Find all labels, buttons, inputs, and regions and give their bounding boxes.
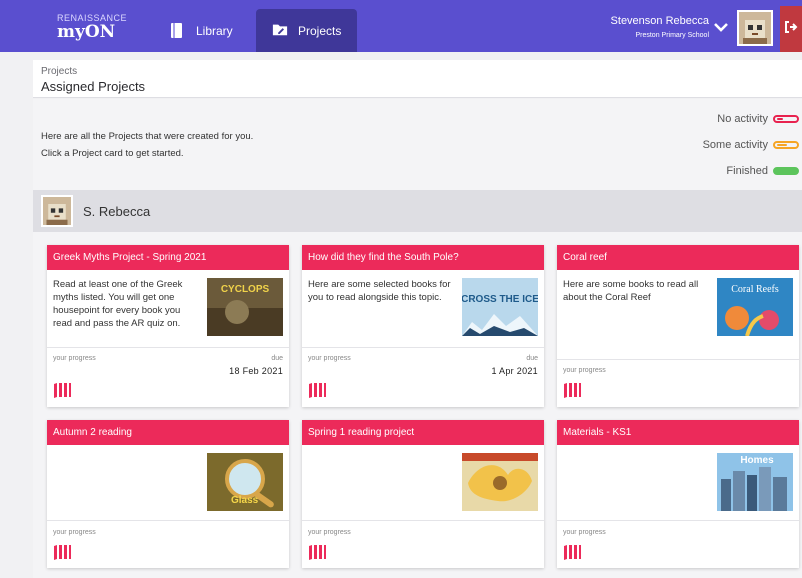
logout-button[interactable] <box>780 6 802 52</box>
project-card[interactable]: Materials - KS1 Homes your progress <box>557 420 799 568</box>
nav-projects-tab[interactable]: Projects <box>256 9 357 52</box>
student-header: S. Rebecca <box>33 190 802 232</box>
some-activity-pill-icon <box>773 141 799 149</box>
progress-label: your progress <box>563 529 606 536</box>
due-label: due <box>271 355 283 362</box>
card-divider <box>557 520 799 521</box>
card-title: How did they find the South Pole? <box>302 245 544 270</box>
left-gutter <box>0 52 33 578</box>
card-divider <box>557 359 799 360</box>
books-icon <box>308 382 326 398</box>
book-cover-image: Coral Reefs <box>717 278 793 337</box>
user-avatar[interactable] <box>737 10 773 46</box>
user-school: Preston Primary School <box>635 32 709 39</box>
legend-some-activity: Some activity <box>703 139 799 151</box>
project-card[interactable]: Greek Myths Project - Spring 2021 Read a… <box>47 245 289 407</box>
book-cover-image: Homes <box>717 453 793 511</box>
intro-section: Here are all the Projects that were crea… <box>33 99 802 190</box>
progress-label: your progress <box>53 355 96 362</box>
card-divider <box>302 520 544 521</box>
card-description: Here are some selected books for you to … <box>308 279 451 303</box>
cover-title: Coral Reefs <box>731 284 779 295</box>
card-title: Coral reef <box>557 245 799 270</box>
project-cards-grid: Greek Myths Project - Spring 2021 Read a… <box>33 232 802 578</box>
nav-library-label: Library <box>196 23 233 38</box>
project-card[interactable]: Autumn 2 reading Glass your progress <box>47 420 289 568</box>
user-info[interactable]: Stevenson Rebecca Preston Primary School <box>611 15 709 39</box>
project-card[interactable]: How did they find the South Pole? Here a… <box>302 245 544 407</box>
cover-title: Glass <box>231 495 259 506</box>
projects-folder-icon <box>272 22 288 39</box>
no-activity-pill-icon <box>773 115 799 123</box>
student-name: S. Rebecca <box>83 203 151 219</box>
project-card[interactable]: Coral reef Here are some books to read a… <box>557 245 799 407</box>
card-title: Materials - KS1 <box>557 420 799 445</box>
top-nav-bar: RENAISSANCE myON Library Projects Steven… <box>0 0 802 52</box>
books-icon <box>563 382 581 398</box>
breadcrumb-parent[interactable]: Projects <box>41 66 794 77</box>
book-cover-image: Glass <box>207 453 283 511</box>
cover-title: CROSS THE ICE <box>462 294 538 305</box>
project-card[interactable]: Spring 1 reading project your progress <box>302 420 544 568</box>
due-label: due <box>526 355 538 362</box>
card-divider <box>302 347 544 348</box>
logout-icon <box>784 20 798 39</box>
cover-title: Homes <box>740 455 774 466</box>
myon-logo[interactable]: RENAISSANCE myON <box>57 13 127 41</box>
student-avatar <box>41 195 73 227</box>
library-book-icon <box>170 22 186 39</box>
books-icon <box>563 544 581 560</box>
card-title: Spring 1 reading project <box>302 420 544 445</box>
card-title: Autumn 2 reading <box>47 420 289 445</box>
progress-label: your progress <box>53 529 96 536</box>
cover-title: CYCLOPS <box>221 284 270 295</box>
user-name: Stevenson Rebecca <box>610 15 709 27</box>
product-label: myON <box>57 22 116 42</box>
nav-projects-label: Projects <box>298 23 342 38</box>
books-icon <box>308 544 326 560</box>
due-date: 18 Feb 2021 <box>229 366 283 376</box>
legend-some-activity-label: Some activity <box>702 139 768 151</box>
intro-line-2: Click a Project card to get started. <box>41 148 184 159</box>
books-icon <box>53 544 71 560</box>
card-description: Read at least one of the Greek myths lis… <box>53 279 183 329</box>
chevron-down-icon[interactable] <box>714 20 728 38</box>
page-title: Assigned Projects <box>41 79 146 94</box>
book-cover-image <box>462 453 538 511</box>
finished-pill-icon <box>773 167 799 175</box>
card-title: Greek Myths Project - Spring 2021 <box>47 245 289 270</box>
breadcrumb-header: Projects Assigned Projects <box>33 60 802 98</box>
progress-label: your progress <box>308 529 351 536</box>
due-date: 1 Apr 2021 <box>491 366 538 376</box>
nav-library-tab[interactable]: Library <box>162 9 252 52</box>
progress-label: your progress <box>563 367 606 374</box>
legend-no-activity-label: No activity <box>717 113 768 125</box>
books-icon <box>53 382 71 398</box>
progress-label: your progress <box>308 355 351 362</box>
intro-line-1: Here are all the Projects that were crea… <box>41 131 254 142</box>
book-cover-image: CROSS THE ICE <box>461 278 539 336</box>
legend-finished-label: Finished <box>726 165 768 177</box>
card-description: Here are some books to read all about th… <box>563 279 699 303</box>
book-cover-image: CYCLOPS <box>207 278 283 336</box>
legend-no-activity: No activity <box>717 113 799 125</box>
card-divider <box>47 347 289 348</box>
card-divider <box>47 520 289 521</box>
legend-finished: Finished <box>726 165 799 177</box>
